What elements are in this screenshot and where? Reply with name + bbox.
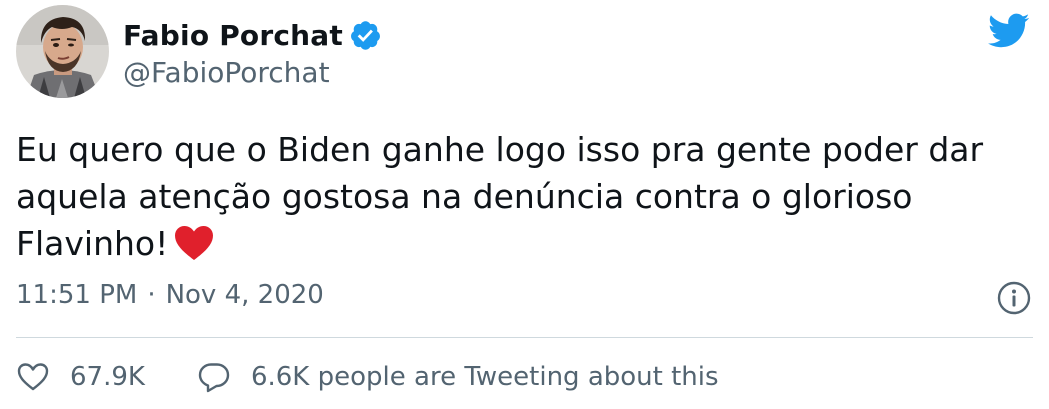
tweet-text: Eu quero que o Biden ganhe logo isso pra…: [16, 126, 1026, 267]
red-heart-emoji: [174, 225, 214, 261]
avatar[interactable]: [16, 5, 109, 98]
speech-bubble-icon: [198, 363, 230, 393]
info-icon[interactable]: [997, 281, 1031, 315]
user-handle[interactable]: @FabioPorchat: [123, 56, 330, 89]
conversation-label: 6.6K people are Tweeting about this: [250, 362, 719, 392]
tweet-text-content: Eu quero que o Biden ganhe logo isso pra…: [16, 130, 984, 263]
tweet-card: Fabio Porchat @FabioPorchat Eu quero que…: [0, 0, 1049, 409]
display-name[interactable]: Fabio Porchat: [123, 19, 343, 52]
verified-badge-icon: [349, 19, 382, 52]
like-button[interactable]: 67.9K: [16, 360, 145, 394]
meta-separator: ·: [147, 280, 156, 310]
twitter-bird-icon[interactable]: [988, 13, 1030, 49]
tweet-time[interactable]: 11:51 PM: [16, 280, 137, 310]
like-count: 67.9K: [70, 362, 145, 392]
conversation-button[interactable]: 6.6K people are Tweeting about this: [197, 360, 719, 394]
tweet-date[interactable]: Nov 4, 2020: [166, 280, 324, 310]
heart-outline-icon: [17, 363, 49, 391]
tweet-actions: 67.9K 6.6K people are Tweeting about thi…: [16, 360, 719, 394]
name-row: Fabio Porchat: [123, 16, 382, 54]
divider: [16, 337, 1033, 338]
tweet-timestamp[interactable]: 11:51 PM · Nov 4, 2020: [16, 280, 324, 310]
